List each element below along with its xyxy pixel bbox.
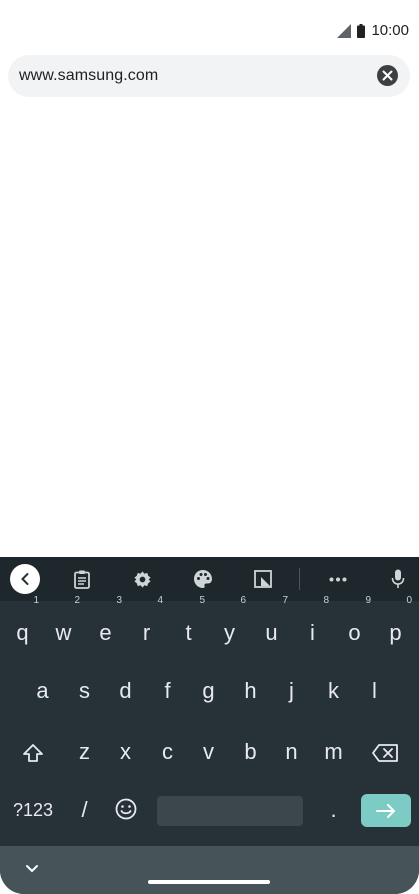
toolbar-back-button[interactable] (10, 564, 40, 594)
key-h[interactable]: h (230, 668, 271, 714)
key-q[interactable]: q1 (2, 596, 43, 656)
key-b[interactable]: b (230, 729, 271, 775)
key-z[interactable]: z (64, 729, 105, 775)
shift-icon (22, 744, 43, 763)
resize-button[interactable] (249, 565, 277, 593)
clipboard-button[interactable] (68, 565, 96, 593)
emoji-key[interactable] (105, 785, 146, 831)
battery-icon (357, 23, 366, 38)
key-l[interactable]: l (354, 668, 395, 714)
mic-icon (391, 569, 405, 588)
chevron-down-icon[interactable] (24, 860, 40, 876)
key-e[interactable]: e3 (85, 596, 126, 656)
url-bar[interactable]: www.samsung.com (8, 55, 410, 97)
symbols-key[interactable]: ?123 (10, 787, 56, 833)
url-input[interactable]: www.samsung.com (19, 67, 158, 85)
key-d[interactable]: d (105, 668, 146, 714)
backspace-key[interactable] (364, 729, 405, 775)
home-handle[interactable] (148, 880, 270, 884)
status-time: 10:00 (371, 22, 409, 39)
key-t[interactable]: t5 (168, 596, 209, 656)
toolbar-divider (299, 568, 300, 590)
voice-input-button[interactable] (384, 565, 412, 593)
more-button[interactable] (324, 565, 352, 593)
go-key[interactable] (361, 794, 411, 827)
key-r[interactable]: r4 (126, 596, 167, 656)
key-v[interactable]: v (188, 729, 229, 775)
back-icon (21, 573, 29, 585)
key-y[interactable]: y6 (209, 596, 250, 656)
key-o[interactable]: o9 (334, 596, 375, 656)
clipboard-icon (74, 570, 90, 589)
key-a[interactable]: a (22, 668, 63, 714)
period-key[interactable]: . (313, 787, 354, 833)
status-right: 10:00 (337, 22, 409, 39)
resize-icon (254, 570, 272, 588)
more-icon (329, 577, 347, 581)
slash-key[interactable]: / (64, 787, 105, 833)
settings-button[interactable] (128, 565, 156, 593)
arrow-right-icon (376, 803, 395, 818)
key-n[interactable]: n (271, 729, 312, 775)
key-f[interactable]: f (147, 668, 188, 714)
clear-icon (382, 70, 393, 81)
on-screen-keyboard: q1 w2 e3 r4 t5 y6 u7 i8 o9 p0 a s d f g … (0, 557, 419, 894)
backspace-icon (371, 744, 398, 763)
key-w[interactable]: w2 (43, 596, 84, 656)
key-g[interactable]: g (188, 668, 229, 714)
key-x[interactable]: x (105, 729, 146, 775)
key-k[interactable]: k (313, 668, 354, 714)
key-s[interactable]: s (64, 668, 105, 714)
keyboard-toolbar (0, 557, 419, 601)
shift-key[interactable] (12, 729, 53, 775)
key-m[interactable]: m (313, 729, 354, 775)
key-p[interactable]: p0 (375, 596, 416, 656)
key-j[interactable]: j (271, 668, 312, 714)
palette-icon (194, 570, 212, 588)
navigation-bar (0, 846, 419, 894)
key-i[interactable]: i8 (292, 596, 333, 656)
theme-button[interactable] (189, 565, 217, 593)
space-key[interactable] (157, 796, 303, 826)
emoji-icon (115, 798, 136, 820)
status-bar: 10:00 (0, 0, 419, 50)
key-c[interactable]: c (147, 729, 188, 775)
settings-icon (133, 570, 151, 588)
signal-icon (337, 23, 352, 38)
clear-url-button[interactable] (377, 65, 398, 86)
key-u[interactable]: u7 (251, 596, 292, 656)
